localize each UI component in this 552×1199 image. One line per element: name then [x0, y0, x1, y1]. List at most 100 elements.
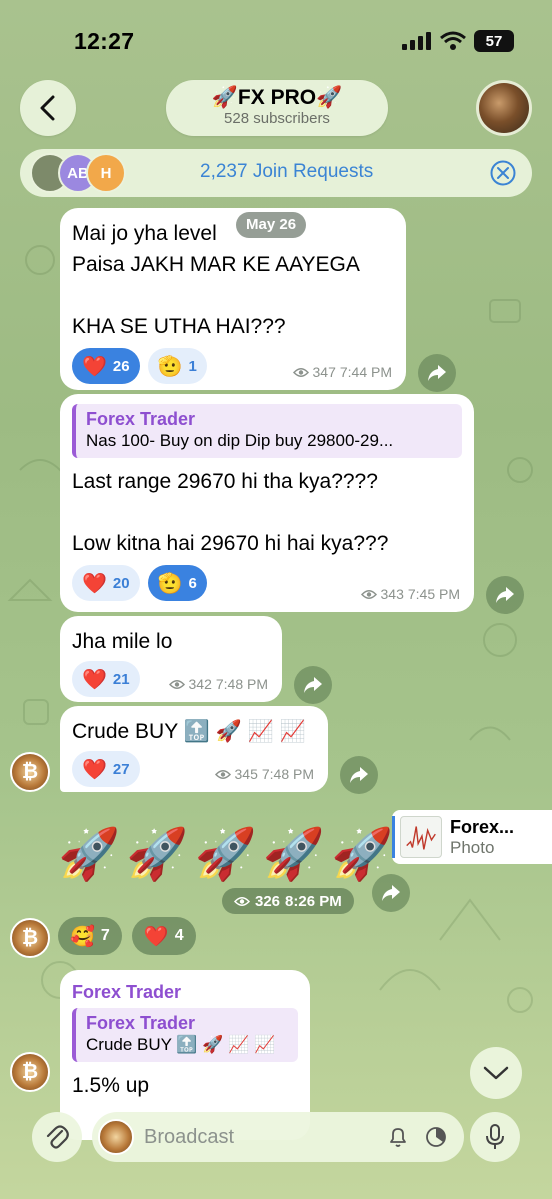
clock: 12:27 — [74, 28, 135, 54]
reaction-count: 20 — [112, 574, 130, 592]
message-bubble[interactable]: Mai jo yha level Paisa JAKH MAR KE AAYEG… — [60, 208, 406, 390]
battery-indicator: 57 — [474, 30, 514, 52]
channel-avatar[interactable] — [476, 80, 532, 136]
voice-message-button[interactable] — [470, 1112, 520, 1162]
view-count: 342 — [188, 676, 212, 692]
reply-photo-preview[interactable]: Forex... Photo — [392, 810, 552, 864]
reaction-heart[interactable]: ❤️ 4 — [131, 917, 196, 955]
view-count: 345 — [234, 766, 258, 782]
share-icon — [428, 365, 446, 381]
message-meta: 326 8:26 PM — [222, 888, 354, 914]
message-text: 1.5% up — [72, 1074, 150, 1097]
view-count: 343 — [380, 586, 404, 602]
message-text: Jha mile lo — [72, 630, 173, 653]
reaction-count: 1 — [188, 357, 197, 375]
reply-accent-bar — [392, 816, 395, 858]
reply-text: Crude BUY 🔝 🚀 📈 📈 — [86, 1035, 276, 1054]
status-icons: 57 — [402, 30, 514, 52]
avatar[interactable]: ₿ — [10, 752, 50, 792]
share-icon — [382, 885, 400, 901]
back-button[interactable] — [20, 80, 76, 136]
rocket-emoji-message[interactable]: 🚀🚀🚀🚀🚀 — [58, 825, 399, 884]
photo-thumbnail — [400, 816, 442, 858]
signal-icon — [402, 32, 431, 50]
scroll-to-bottom-button[interactable] — [470, 1047, 522, 1099]
chevron-down-icon — [483, 1066, 509, 1080]
attach-button[interactable] — [32, 1112, 82, 1162]
reply-author: Forex Trader — [86, 1013, 196, 1033]
heart-emoji: ❤️ — [82, 668, 107, 691]
reaction-count: 6 — [188, 574, 197, 592]
channel-name: 🚀FX PRO🚀 — [211, 86, 343, 109]
bell-icon[interactable] — [386, 1125, 410, 1149]
forward-button[interactable] — [340, 756, 378, 794]
reply-photo-title: Forex... — [450, 816, 515, 837]
message-time: 7:44 PM — [339, 364, 392, 380]
forward-button[interactable] — [372, 874, 410, 912]
forward-button[interactable] — [294, 666, 332, 704]
heart-emoji: ❤️ — [82, 572, 107, 595]
message-text: Mai jo yha level Paisa JAKH MAR KE AAYEG… — [72, 222, 360, 338]
reaction-heart[interactable]: ❤️ 27 — [72, 751, 140, 787]
paperclip-icon — [46, 1125, 69, 1149]
reaction-heart[interactable]: ❤️ 26 — [72, 348, 140, 384]
share-icon — [350, 767, 368, 783]
reply-quote[interactable]: Forex Trader Crude BUY 🔝 🚀 📈 📈 — [72, 1008, 298, 1062]
reply-text: Nas 100- Buy on dip Dip buy 29800-29... — [86, 431, 394, 450]
heart-emoji: ❤️ — [82, 758, 107, 781]
reaction-count: 26 — [112, 357, 130, 375]
message-meta: 342 7:48 PM — [168, 676, 268, 692]
reaction-count: 4 — [174, 927, 184, 944]
salute-emoji: 🫡 — [157, 572, 183, 595]
reaction-heart[interactable]: ❤️ 21 — [72, 661, 140, 697]
avatar[interactable]: ₿ — [10, 1052, 50, 1092]
message-time: 8:26 PM — [285, 892, 342, 910]
subscriber-count: 528 subscribers — [224, 110, 330, 127]
avatar: H — [86, 153, 126, 193]
composer — [92, 1112, 464, 1162]
message-bubble[interactable]: Crude BUY 🔝 🚀 📈 📈 ❤️ 27 345 7:48 PM — [60, 706, 328, 792]
avatar[interactable]: ₿ — [10, 918, 50, 958]
eye-icon — [234, 896, 250, 906]
heart-emoji: ❤️ — [143, 925, 169, 948]
forward-button[interactable] — [418, 354, 456, 392]
heart-emoji: ❤️ — [82, 355, 107, 378]
microphone-icon — [486, 1124, 504, 1149]
forward-button[interactable] — [486, 576, 524, 614]
requester-avatars: AB H — [30, 153, 150, 193]
status-bar: 12:27 57 — [0, 0, 552, 80]
message-time: 7:48 PM — [261, 766, 314, 782]
smiling-hearts-emoji: 🥰 — [70, 925, 95, 948]
view-count: 326 — [255, 892, 281, 910]
salute-emoji: 🫡 — [157, 355, 183, 378]
message-meta: 347 7:44 PM — [292, 364, 392, 380]
message-author: Forex Trader — [72, 982, 182, 1002]
reaction-heart[interactable]: ❤️ 20 — [72, 565, 140, 601]
wifi-icon — [440, 31, 466, 50]
reaction-salute[interactable]: 🫡 1 — [147, 348, 207, 384]
close-icon[interactable] — [490, 160, 516, 186]
chevron-left-icon — [40, 95, 55, 121]
reaction-smiling-hearts[interactable]: 🥰 7 — [58, 917, 122, 955]
view-count: 347 — [312, 364, 336, 380]
reply-photo-subtitle: Photo — [450, 837, 495, 857]
message-text: Last range 29670 hi tha kya???? Low kitn… — [72, 470, 389, 555]
join-requests-label: 2,237 Join Requests — [200, 161, 374, 182]
eye-icon — [168, 679, 185, 689]
message-bubble[interactable]: Jha mile lo ❤️ 21 342 7:48 PM — [60, 616, 282, 702]
date-separator: May 26 — [236, 212, 307, 238]
share-icon — [304, 677, 322, 693]
join-requests-bar[interactable]: AB H 2,237 Join Requests — [20, 149, 532, 197]
reaction-salute[interactable]: 🫡 6 — [147, 565, 207, 601]
send-as-avatar[interactable] — [98, 1119, 134, 1155]
message-meta: 343 7:45 PM — [360, 586, 460, 602]
reply-quote[interactable]: Forex Trader Nas 100- Buy on dip Dip buy… — [72, 404, 462, 458]
reaction-count: 7 — [100, 927, 110, 944]
reply-author: Forex Trader — [86, 409, 196, 429]
message-input[interactable] — [144, 1122, 364, 1152]
channel-title[interactable]: 🚀FX PRO🚀 528 subscribers — [166, 80, 388, 136]
eye-icon — [360, 589, 377, 599]
message-bubble[interactable]: Forex Trader Nas 100- Buy on dip Dip buy… — [60, 394, 474, 612]
timer-icon[interactable] — [424, 1125, 448, 1149]
share-icon — [496, 587, 514, 603]
